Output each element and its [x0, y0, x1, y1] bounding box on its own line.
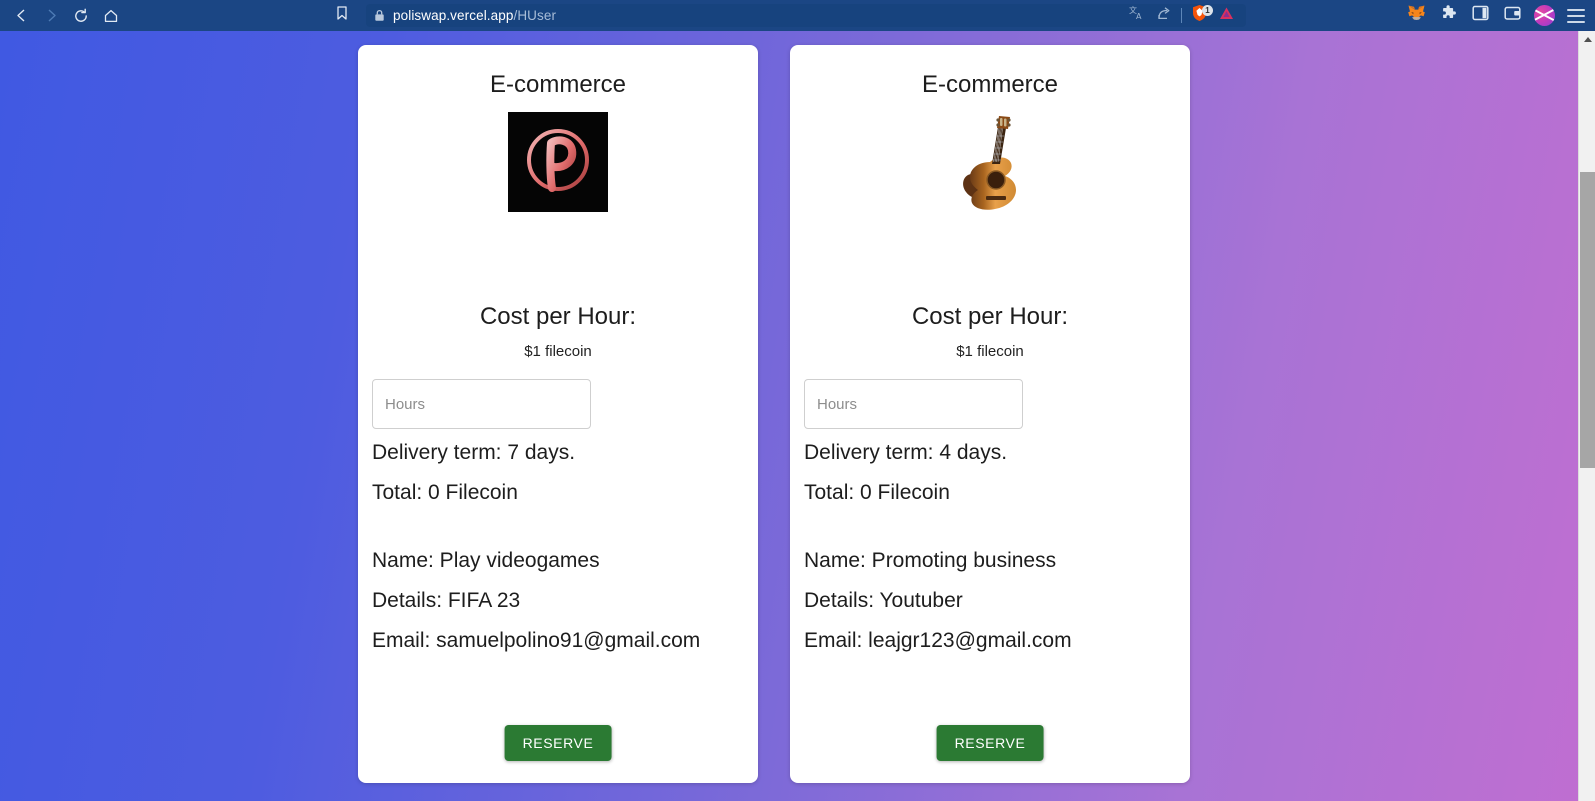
main-menu-button[interactable] [1562, 2, 1590, 29]
card-title: E-commerce [489, 71, 627, 98]
page-viewport: E-commerce Cost per Hour: $1 filecoin Ho… [0, 31, 1595, 801]
toolbar-divider [1181, 8, 1182, 23]
url-path: /HUser [513, 8, 557, 23]
service-card: E-commerce Cost per Hour: $1 filecoin Ho… [790, 45, 1190, 783]
details-text: Details: FIFA 23 [372, 588, 521, 612]
acoustic-guitar-image [940, 112, 1040, 212]
page-scrollbar[interactable] [1578, 31, 1595, 801]
lock-icon [374, 9, 385, 22]
cost-per-hour-value: $1 filecoin [524, 343, 592, 360]
service-cards-row: E-commerce Cost per Hour: $1 filecoin Ho… [0, 31, 1548, 783]
brave-shields-button[interactable]: 1 [1186, 4, 1213, 27]
browser-extension-toolbar [1402, 0, 1590, 31]
translate-icon: 文 A [1129, 5, 1145, 26]
cost-per-hour-value: $1 filecoin [956, 343, 1024, 360]
url-text: poliswap.vercel.app/HUser [393, 8, 556, 23]
scrollbar-thumb[interactable] [1580, 172, 1595, 468]
extensions-button[interactable] [1434, 2, 1462, 29]
reload-icon [73, 8, 89, 24]
info-gap [804, 513, 1176, 541]
card-title: E-commerce [921, 71, 1059, 98]
cost-per-hour-label: Cost per Hour: [479, 303, 637, 330]
forward-arrow-icon [44, 8, 59, 23]
browser-toolbar: poliswap.vercel.app/HUser 文 A 1 [0, 0, 1595, 31]
reserve-button[interactable]: RESERVE [504, 725, 612, 761]
cost-per-hour-label: Cost per Hour: [911, 303, 1069, 330]
hamburger-menu-icon [1567, 8, 1585, 23]
sidebar-button[interactable] [1466, 2, 1494, 29]
forward-button[interactable] [36, 2, 66, 29]
share-button[interactable] [1150, 4, 1177, 27]
email-text: Email: samuelpolino91@gmail.com [372, 628, 701, 652]
profile-avatar-icon [1533, 5, 1555, 26]
brave-rewards-button[interactable] [1213, 4, 1240, 27]
address-bar[interactable]: poliswap.vercel.app/HUser 文 A 1 [366, 4, 1246, 27]
name-text: Name: Play videogames [372, 548, 600, 572]
scroll-up-button[interactable] [1579, 31, 1595, 48]
email-text: Email: leajgr123@gmail.com [804, 628, 1072, 652]
total-text: Total: 0 Filecoin [804, 480, 950, 504]
delivery-term-text: Delivery term: 7 days. [372, 441, 576, 464]
metamask-fox-icon [1407, 4, 1426, 27]
profile-button[interactable] [1530, 2, 1558, 29]
shield-blocked-count-badge: 1 [1202, 5, 1213, 16]
wallet-button[interactable] [1498, 2, 1526, 29]
polkadot-p-logo-image [508, 112, 608, 212]
hours-input[interactable] [372, 379, 591, 429]
total-text: Total: 0 Filecoin [372, 480, 518, 504]
scroll-up-arrow-icon [1583, 37, 1592, 42]
translate-button[interactable]: 文 A [1123, 4, 1150, 27]
share-icon [1156, 5, 1172, 26]
name-text: Name: Promoting business [804, 548, 1057, 572]
hours-input[interactable] [804, 379, 1023, 429]
back-button[interactable] [6, 2, 36, 29]
service-card: E-commerce Cost per Hour: $1 filecoin Ho… [358, 45, 758, 783]
card-info-block: Delivery term: 7 days. Total: 0 Filecoin… [372, 433, 744, 660]
address-bar-actions: 文 A 1 [1123, 4, 1240, 27]
details-text: Details: Youtuber [804, 588, 963, 612]
url-domain: poliswap.vercel.app [393, 8, 514, 23]
bookmark-button[interactable] [327, 2, 357, 29]
sidebar-panel-icon [1471, 5, 1489, 26]
puzzle-extensions-icon [1440, 4, 1457, 27]
delivery-term-text: Delivery term: 4 days. [804, 441, 1008, 464]
svg-text:A: A [1136, 12, 1142, 21]
reload-button[interactable] [66, 2, 96, 29]
bookmark-icon [335, 5, 349, 26]
navigation-button-group [0, 2, 126, 29]
wallet-icon [1503, 5, 1521, 26]
home-button[interactable] [96, 2, 126, 29]
back-arrow-icon [14, 8, 29, 23]
metamask-button[interactable] [1402, 2, 1430, 29]
reserve-button[interactable]: RESERVE [936, 725, 1044, 761]
card-info-block: Delivery term: 4 days. Total: 0 Filecoin… [804, 433, 1176, 660]
home-icon [103, 8, 119, 24]
brave-rewards-triangle-icon [1218, 5, 1235, 27]
info-gap [372, 513, 744, 541]
